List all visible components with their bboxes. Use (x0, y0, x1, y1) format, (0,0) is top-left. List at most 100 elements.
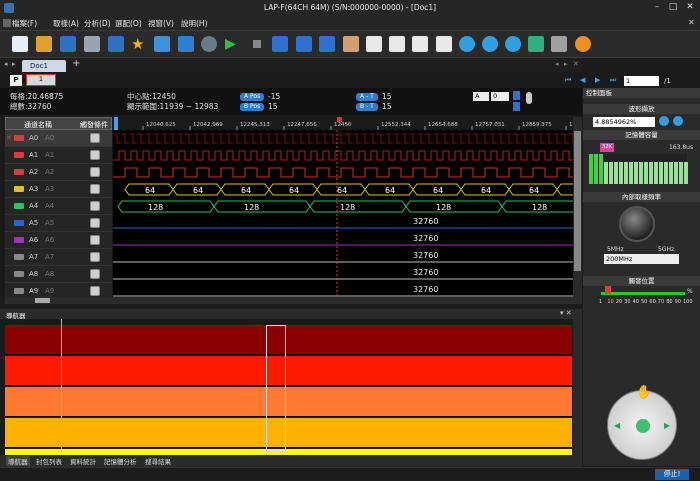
tab-nav-right[interactable]: ▸ (12, 60, 16, 68)
waveform-hscroll[interactable] (5, 297, 573, 304)
tab-memory-analysis[interactable]: 記憶體分析 (104, 456, 137, 466)
dial-hand-icon[interactable]: ✋ (636, 385, 652, 400)
trigger-condition-checkbox[interactable] (90, 286, 100, 296)
trigger-marker[interactable] (337, 117, 342, 122)
page-input[interactable]: 1 (624, 76, 659, 86)
menu-file[interactable]: 檔案(F) (12, 18, 37, 29)
tools-icon[interactable] (178, 36, 194, 52)
navigator-cursor-a[interactable] (61, 319, 62, 450)
panel-zoom-in-icon[interactable] (659, 116, 669, 126)
tab-doc1[interactable]: Doc1 (22, 60, 66, 72)
channel-row-a6[interactable]: A6 A6 (5, 232, 112, 249)
tab-navigator[interactable]: 導航器 (6, 456, 30, 466)
waveform-area[interactable]: 12040.625 12042.969 12245.313 12247.656 1245… (113, 117, 573, 297)
trigger-condition-checkbox[interactable] (90, 184, 100, 194)
navigator-viewport[interactable] (266, 325, 286, 451)
tab-scroll-right[interactable]: ▸ (564, 60, 568, 68)
trigger-condition-checkbox[interactable] (90, 201, 100, 211)
dial-center-icon[interactable] (636, 419, 650, 433)
remove-channel-icon[interactable]: ✕ (6, 134, 12, 142)
channel-row-a8[interactable]: A8 A8 (5, 266, 112, 283)
search-icon[interactable] (551, 36, 567, 52)
pin-icon[interactable] (526, 92, 532, 104)
tab-nav-left[interactable]: ◂ (4, 60, 8, 68)
packet-icon-4[interactable] (436, 36, 452, 52)
channel-select[interactable]: A (473, 92, 489, 101)
sample-rate-select[interactable]: 200MHz (604, 254, 679, 264)
maximize-button[interactable]: □ (666, 1, 680, 13)
open-folder-icon[interactable] (36, 36, 52, 52)
undo-zoom-icon[interactable] (528, 36, 544, 52)
tab-packet-list[interactable]: 封包列表 (36, 456, 62, 466)
packet-icon-3[interactable] (412, 36, 428, 52)
channel-row-a2[interactable]: A2 A2 (5, 164, 112, 181)
channel-row-a3[interactable]: A3 A3 (5, 181, 112, 198)
star-icon[interactable]: ★ (131, 36, 147, 52)
close-button[interactable]: ✕ (683, 1, 697, 13)
probe-icon[interactable] (343, 36, 359, 52)
packet-icon-2[interactable] (389, 36, 405, 52)
run-icon[interactable]: ▶ (225, 36, 241, 52)
navigator-pin-icon[interactable]: ▾ ✕ (560, 309, 572, 317)
vscroll-thumb[interactable] (574, 131, 581, 271)
plugin-icon[interactable] (154, 36, 170, 52)
menu-sample[interactable]: 取樣(A) (53, 18, 79, 29)
channel-row-a7[interactable]: A7 A7 (5, 249, 112, 266)
channel-row-a0[interactable]: A0 A0 ✕ (5, 130, 112, 147)
trigger-condition-checkbox[interactable] (90, 218, 100, 228)
first-page-icon[interactable]: ⏮ (565, 76, 571, 85)
menu-help[interactable]: 說明(H) (181, 18, 208, 29)
trigger-condition-checkbox[interactable] (90, 133, 100, 143)
minimize-button[interactable]: – (650, 1, 664, 13)
cursor-a-marker[interactable] (114, 117, 118, 130)
zoom-value-input[interactable]: 4.8854962% (593, 117, 655, 127)
navigation-dial[interactable]: ✋ ◀ ▶ (607, 385, 677, 460)
sample-rate-knob[interactable] (619, 206, 655, 242)
prev-page-icon[interactable]: ◀ (580, 76, 585, 84)
trigger-condition-checkbox[interactable] (90, 269, 100, 279)
channel-row-a5[interactable]: A5 A5 (5, 215, 112, 232)
last-page-icon[interactable]: ⏭ (610, 76, 616, 85)
trigger-condition-checkbox[interactable] (90, 235, 100, 245)
page-current-box[interactable]: 1 (26, 74, 56, 86)
save-icon[interactable] (60, 36, 76, 52)
cursor-b-icon[interactable] (296, 36, 312, 52)
menu-analyze[interactable]: 分析(D) (84, 18, 111, 29)
zoom-fit-icon[interactable] (505, 36, 521, 52)
zoom-in-icon[interactable] (459, 36, 475, 52)
packet-icon-1[interactable] (366, 36, 382, 52)
panel-zoom-out-icon[interactable] (673, 116, 683, 126)
dial-left-icon[interactable]: ◀ (614, 421, 620, 430)
trigger-condition-checkbox[interactable] (90, 150, 100, 160)
print-icon[interactable] (84, 36, 100, 52)
help-ring-icon[interactable] (575, 36, 591, 52)
tab-search-results[interactable]: 搜尋結果 (145, 456, 171, 466)
hscroll-thumb[interactable] (35, 298, 50, 303)
waveform-vscroll[interactable] (573, 117, 582, 304)
tab-statistics[interactable]: 資料統計 (70, 456, 96, 466)
next-page-icon[interactable]: ▶ (595, 76, 600, 84)
trigger-condition-checkbox[interactable] (90, 167, 100, 177)
channel-row-a9[interactable]: A9 A9 (5, 283, 112, 297)
new-file-icon[interactable] (12, 36, 28, 52)
stop-icon[interactable] (249, 36, 265, 52)
channel-row-a1[interactable]: A1 A1 (5, 147, 112, 164)
cursor-t-icon[interactable] (319, 36, 335, 52)
zoom-out-icon[interactable] (482, 36, 498, 52)
channel-row-a4[interactable]: A4 A4 (5, 198, 112, 215)
menu-close-icon[interactable]: ✕ (688, 18, 695, 27)
value-select[interactable]: 0 (491, 92, 509, 101)
navigator-overview[interactable] (5, 320, 572, 479)
menu-window[interactable]: 視窗(V) (148, 18, 174, 29)
tab-scroll-left[interactable]: ◂ (555, 60, 559, 68)
search-down-icon[interactable] (513, 102, 520, 111)
save-as-icon[interactable] (108, 36, 124, 52)
settings-gear-icon[interactable] (201, 36, 217, 52)
add-tab-button[interactable]: + (72, 58, 80, 69)
memory-bar[interactable] (589, 154, 688, 184)
menu-options[interactable]: 選配(O) (115, 18, 142, 29)
dial-right-icon[interactable]: ▶ (664, 421, 670, 430)
trigger-condition-checkbox[interactable] (90, 252, 100, 262)
navigator-vscroll[interactable] (573, 319, 582, 455)
search-up-icon[interactable] (513, 91, 520, 100)
